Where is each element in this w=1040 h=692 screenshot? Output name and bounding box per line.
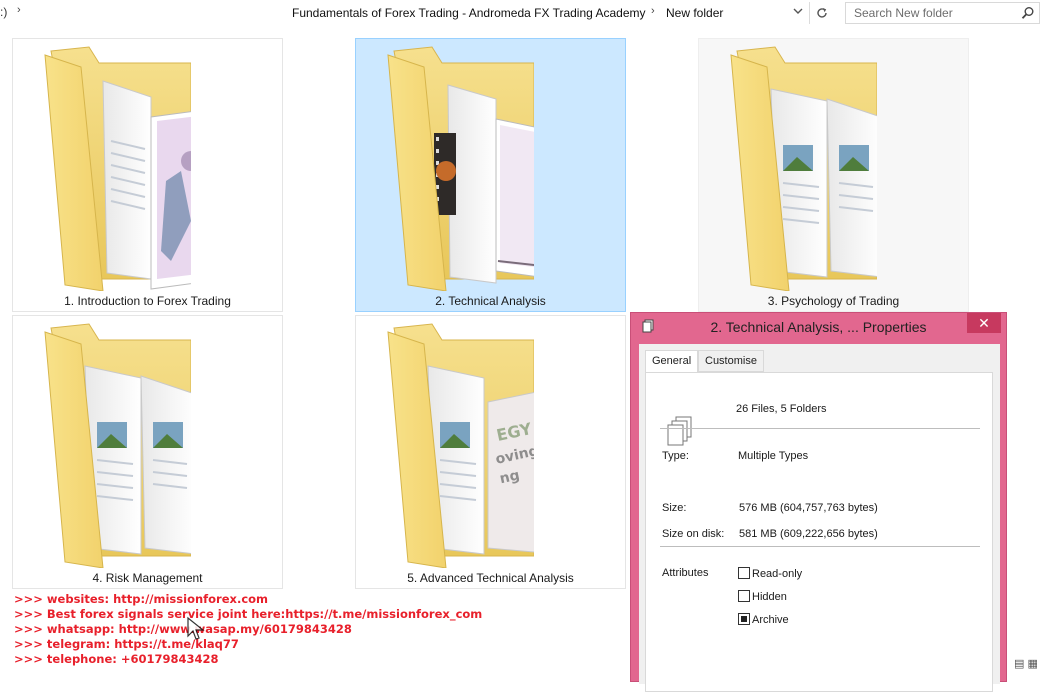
search-icon[interactable]: [1021, 6, 1035, 20]
search-box[interactable]: Search New folder: [845, 2, 1040, 24]
size-label: Size:: [662, 502, 687, 514]
folder-icon: [387, 46, 534, 291]
folder-icon: [44, 46, 191, 291]
summary-text: 26 Files, 5 Folders: [736, 403, 827, 415]
view-mode-icons[interactable]: ▤ ▦: [1014, 657, 1038, 670]
dialog-title: 2. Technical Analysis, ... Properties: [710, 319, 927, 335]
promo-line: >>> websites: http://missionforex.com: [14, 592, 269, 606]
folder-icon: EGY oving ng: [387, 323, 534, 568]
folder-item[interactable]: 4. Risk Management: [12, 315, 283, 589]
breadcrumb-current-folder[interactable]: New folder: [666, 6, 723, 20]
promo-line: >>> whatsapp: http://www.wasap.my/601798…: [14, 622, 352, 636]
promo-line: >>> Best forex signals service joint her…: [14, 607, 483, 621]
address-left-fragment: :): [0, 5, 8, 19]
files-icon: [667, 416, 692, 446]
promo-line: >>> telegram: https://t.me/klaq77: [14, 637, 239, 651]
breadcrumb-separator[interactable]: ›: [17, 4, 21, 16]
folder-icon: [730, 46, 877, 291]
read-only-checkbox[interactable]: [738, 567, 750, 579]
properties-dialog[interactable]: 2. Technical Analysis, ... Properties ✕ …: [630, 312, 1007, 692]
promo-line: >>> telephone: +60179843428: [14, 652, 219, 666]
refresh-icon[interactable]: [809, 2, 833, 24]
archive-checkbox[interactable]: [738, 613, 750, 625]
tab-customise[interactable]: Customise: [698, 350, 764, 372]
breadcrumb-parent-folder[interactable]: Fundamentals of Forex Trading - Andromed…: [292, 6, 646, 20]
address-bar: :) › Fundamentals of Forex Trading - And…: [0, 0, 1040, 28]
divider: [660, 428, 980, 429]
archive-label[interactable]: Archive: [752, 614, 789, 626]
breadcrumb-separator[interactable]: ›: [651, 5, 655, 17]
folder-icon: [44, 323, 191, 568]
general-tab-pane: 26 Files, 5 Folders Type: Multiple Types…: [645, 372, 993, 692]
folder-item[interactable]: 1. Introduction to Forex Trading: [12, 38, 283, 312]
chevron-down-icon[interactable]: [788, 3, 808, 23]
mouse-cursor-icon: [187, 616, 205, 640]
search-input[interactable]: Search New folder: [854, 6, 953, 20]
folder-label: 3. Psychology of Trading: [767, 294, 900, 308]
size-on-disk-value: 581 MB (609,222,656 bytes): [739, 528, 878, 540]
type-value: Multiple Types: [738, 450, 809, 462]
attributes-label: Attributes: [662, 567, 709, 579]
read-only-label[interactable]: Read-only: [752, 568, 802, 580]
size-on-disk-label: Size on disk:: [662, 528, 725, 540]
folder-item-selected[interactable]: 2. Technical Analysis: [355, 38, 626, 312]
hidden-label[interactable]: Hidden: [752, 591, 787, 603]
folder-item[interactable]: 3. Psychology of Trading: [698, 38, 969, 312]
dialog-body: General Customise 26 Files, 5 Folders Ty…: [639, 344, 1000, 692]
folder-label: 2. Technical Analysis: [435, 294, 546, 308]
folder-label: 4. Risk Management: [92, 571, 203, 585]
folder-label: 1. Introduction to Forex Trading: [64, 294, 231, 308]
promo-text-overlay: >>> websites: http://missionforex.com >>…: [14, 592, 484, 667]
type-label: Type:: [662, 450, 689, 462]
divider: [660, 546, 980, 547]
tab-general[interactable]: General: [645, 350, 699, 373]
folder-label: 5. Advanced Technical Analysis: [407, 571, 574, 585]
folder-item[interactable]: EGY oving ng 5. Advanced Technical Analy…: [355, 315, 626, 589]
close-button[interactable]: ✕: [967, 313, 1001, 333]
size-value: 576 MB (604,757,763 bytes): [739, 502, 878, 514]
hidden-checkbox[interactable]: [738, 590, 750, 602]
